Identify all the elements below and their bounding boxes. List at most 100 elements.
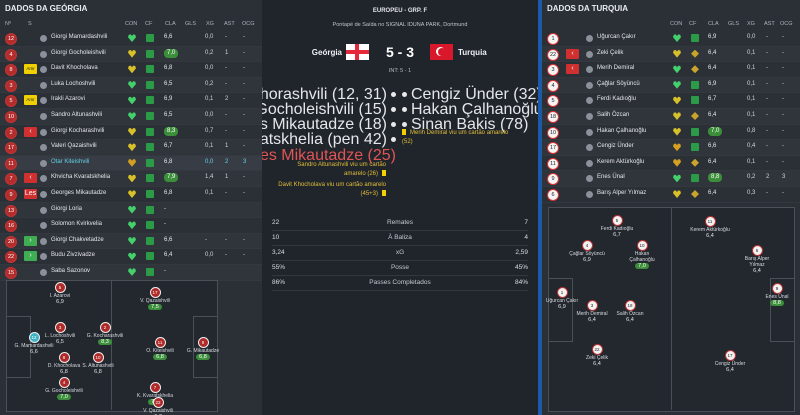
header-s[interactable]: S [28, 21, 32, 27]
header-con[interactable]: CON [125, 21, 137, 27]
player-row[interactable]: 7 ‹ Khvicha Kvaratskhelia 7,9 1,4 1 - [0, 171, 266, 187]
player-name[interactable]: Georges Mikautadze [51, 190, 106, 196]
pitch-player-marker[interactable]: 5 Ferdi Kadıoğlu 6,7 [597, 215, 637, 238]
shirt-number-icon: 4 [58, 377, 70, 388]
player-row[interactable]: 16 Solomon Kvirkvelia - [0, 218, 266, 234]
away-team-name[interactable]: Turquia [458, 48, 487, 57]
player-name[interactable]: Zeki Çelik [597, 50, 623, 56]
player-name[interactable]: Sandro Altunashvili [51, 112, 102, 118]
player-name[interactable]: Otar Kiteishvili [51, 159, 89, 165]
player-name[interactable]: Irakli Azarovi [51, 96, 85, 102]
rating-value: 8,8 [708, 173, 723, 183]
player-row[interactable]: 9 Enes Ünal 8,8 0,2 2 3 [542, 171, 800, 187]
player-name[interactable]: Solomon Kvirkvelia [51, 221, 102, 227]
player-name[interactable]: Giorgi Chakvetadze [51, 237, 104, 243]
player-row[interactable]: 1 Uğurcan Çakır 6,9 0,0 - - [542, 31, 800, 47]
player-row[interactable]: 11 Otar Kiteishvili 6,8 0,0 2 3 [0, 155, 266, 172]
pitch-player-marker[interactable]: 9 G. Mikautadze 6,8 [183, 337, 223, 360]
pitch-player-marker[interactable]: 4 Çağlar Söyüncü 6,9 [567, 240, 607, 263]
player-row[interactable]: 12 Giorgi Mamardashvili 6,6 0,0 - - [0, 31, 266, 47]
player-row[interactable]: 6 Barış Alper Yılmaz 6,4 0,3 - - [542, 187, 800, 203]
pitch-player-marker[interactable]: 2 G. Kocharashvili 8,3 [85, 322, 125, 345]
pitch-player-marker[interactable]: 6 Barış Alper Yılmaz 6,4 [737, 245, 777, 274]
pitch-player-marker[interactable]: 10 Hakan Çalhanoğlu 7,0 [622, 240, 662, 269]
pitch-player-marker[interactable]: 17 V. Qazaishvili 7,5 [135, 287, 175, 310]
player-name[interactable]: Saba Sazonov [51, 268, 90, 274]
player-row[interactable]: 10 Sandro Altunashvili 6,5 0,0 - - [0, 108, 266, 125]
player-row[interactable]: 3 Luka Lochoshvili 6,5 0,2 - - [0, 77, 266, 94]
player-row[interactable]: 10 Hakan Çalhanoğlu 7,0 0,8 - - [542, 125, 800, 141]
player-row[interactable]: 17 Valeri Qazaishvili 6,7 0,1 1 - [0, 140, 266, 156]
header-ocg[interactable]: OCG [242, 21, 255, 27]
player-row[interactable]: 11 Kerem Aktürkoğlu 6,4 0,1 - - [542, 156, 800, 172]
player-row[interactable]: 17 Cengiz Ünder 6,6 0,4 - - [542, 140, 800, 156]
player-row[interactable]: 22 ‹ Zeki Çelik 6,4 0,1 - - [542, 46, 800, 63]
xg-value: 0,1 [205, 143, 214, 150]
header-cla[interactable]: CLA [708, 21, 719, 27]
assists-value: - [766, 158, 768, 165]
header-num[interactable]: Nº [5, 21, 11, 27]
competition-label: EUROPEU - GRP. F [372, 8, 428, 14]
player-row[interactable]: 2 ‹ Giorgi Kocharashvili 8,3 0,7 - - [0, 125, 266, 141]
chances-value: - [782, 189, 784, 196]
player-name[interactable]: Giorgi Gocholeishvili [51, 50, 106, 56]
header-gls[interactable]: GLS [728, 21, 739, 27]
pitch-player-marker[interactable]: 22 Zeki Çelik 6,4 [577, 344, 617, 367]
pitch-player-marker[interactable]: 5 I. Azarovi 6,9 [40, 282, 80, 305]
header-gls[interactable]: GLS [185, 21, 196, 27]
player-name[interactable]: Merih Demiral [597, 65, 634, 71]
pitch-player-marker[interactable]: 18 Salih Özcan 6,4 [610, 300, 650, 323]
header-ocg[interactable]: OCG [780, 21, 793, 27]
player-name[interactable]: Valeri Qazaishvili [51, 143, 97, 149]
pitch-player-marker[interactable]: 17 Cengiz Ünder 6,4 [710, 350, 750, 373]
header-cla[interactable]: CLA [165, 21, 176, 27]
player-name[interactable]: Giorgi Mamardashvili [51, 34, 107, 40]
rating-value: 6,4 [708, 111, 717, 118]
player-row[interactable]: 5 Ferdi Kadıoğlu 6,7 0,1 - - [542, 93, 800, 109]
player-name[interactable]: Khvicha Kvaratskhelia [51, 174, 110, 180]
player-row[interactable]: 5 Amr Irakli Azarovi 6,9 0,1 2 - [0, 93, 266, 109]
xg-value: 0,1 [747, 111, 756, 118]
pitch-player-marker[interactable]: 10 S. Altunashvili 6,8 [78, 352, 118, 375]
pitch-player-marker[interactable]: 9 Enes Ünal 8,8 [757, 283, 797, 306]
pitch-player-marker[interactable]: 3 Merih Demiral 6,4 [572, 300, 612, 323]
player-name[interactable]: Uğurcan Çakır [597, 34, 636, 40]
player-row[interactable]: 18 Salih Özcan 6,4 0,1 - - [542, 108, 800, 125]
player-row[interactable]: 15 Saba Sazonov - [0, 264, 266, 281]
player-row[interactable]: 4 Giorgi Gocholeishvili 7,0 0,2 1 - [0, 46, 266, 63]
player-name[interactable]: Çağlar Söyüncü [597, 81, 640, 87]
pitch-player-marker[interactable]: 22V. Qazaishvili6,7 [138, 397, 178, 415]
pitch-player-rating: 8,3 [98, 339, 112, 345]
player-name[interactable]: Davit Khocholava [51, 65, 98, 71]
shirt-number-badge: 16 [5, 220, 17, 233]
player-name[interactable]: Budu Zivzivadze [51, 252, 95, 258]
pitch-player-marker[interactable]: 11 Kerem Aktürkoğlu 6,4 [690, 216, 730, 239]
header-ast[interactable]: AST [764, 21, 775, 27]
player-name[interactable]: Hakan Çalhanoğlu [597, 128, 646, 134]
player-name[interactable]: Cengiz Ünder [597, 143, 634, 149]
player-row[interactable]: 9 Les Georges Mikautadze 6,8 0,1 - - [0, 187, 266, 203]
header-xg[interactable]: XG [206, 21, 214, 27]
player-name[interactable]: Enes Ünal [597, 174, 625, 180]
player-row[interactable]: 13 Giorgi Loria - [0, 202, 266, 219]
home-team-name[interactable]: Geórgia [282, 48, 342, 57]
player-name[interactable]: Ferdi Kadıoğlu [597, 96, 636, 102]
player-row[interactable]: 20 › Giorgi Chakvetadze 6,6 - - - [0, 233, 266, 250]
player-name[interactable]: Barış Alper Yılmaz [597, 190, 646, 196]
pitch-player-marker[interactable]: 11 O. Kiteishvili 6,8 [140, 337, 180, 360]
player-name[interactable]: Salih Özcan [597, 112, 629, 118]
player-row[interactable]: 4 Çağlar Söyüncü 6,9 0,1 - - [542, 77, 800, 94]
player-row[interactable]: 22 › Budu Zivzivadze 6,4 0,0 - - [0, 249, 266, 265]
player-row[interactable]: 8 Amr Davit Khocholava 6,8 0,0 - - [0, 62, 266, 78]
player-name[interactable]: Kerem Aktürkoğlu [597, 159, 644, 165]
pitch-player-marker[interactable]: 4 G. Gocholeishvili 7,0 [44, 377, 84, 400]
player-name[interactable]: Giorgi Kocharashvili [51, 128, 104, 134]
header-cf[interactable]: CF [145, 21, 152, 27]
player-row[interactable]: 3 ‹ Merih Demiral 6,4 0,1 - - [542, 62, 800, 78]
header-con[interactable]: CON [670, 21, 682, 27]
header-xg[interactable]: XG [747, 21, 755, 27]
header-cf[interactable]: CF [689, 21, 696, 27]
player-name[interactable]: Luka Lochoshvili [51, 81, 95, 87]
header-ast[interactable]: AST [224, 21, 235, 27]
player-name[interactable]: Giorgi Loria [51, 206, 82, 212]
